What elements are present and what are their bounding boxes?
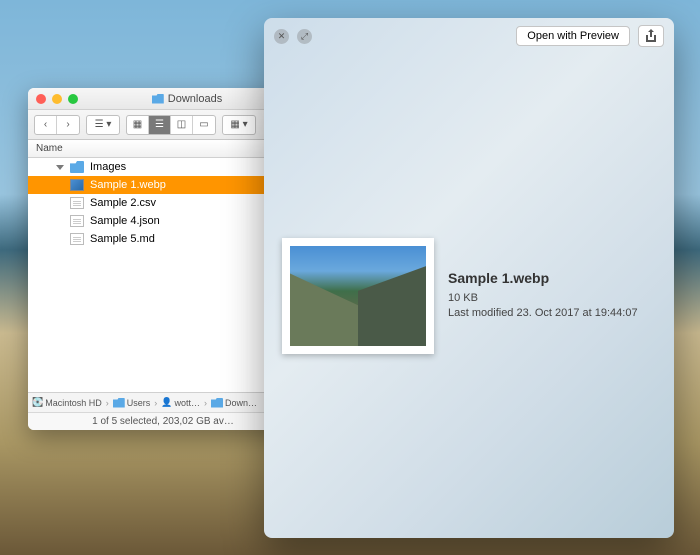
path-label: wott… [174,398,200,408]
share-button[interactable] [638,25,664,47]
column-header-name[interactable]: Name [28,140,298,158]
back-button[interactable]: ‹ [35,116,57,134]
file-row[interactable]: Sample 1.webp [28,176,298,194]
preview-image [290,246,426,346]
minimize-icon[interactable] [52,94,62,104]
column-view-button[interactable]: ◫ [171,116,193,134]
column-header-label: Name [36,143,63,154]
quicklook-window: ✕ ⤢ Open with Preview Sample 1.webp 10 K… [264,18,674,538]
preview-metadata: Sample 1.webp 10 KB Last modified 23. Oc… [448,270,656,322]
open-with-button[interactable]: Open with Preview [516,26,630,46]
file-name: Images [90,161,126,173]
folder-icon [70,161,84,173]
view-group: ▦ ☰ ◫ ▭ [126,115,216,135]
document-file-icon [70,233,84,245]
document-file-icon [70,215,84,227]
preview-size: 10 KB [448,292,656,304]
file-name: Sample 5.md [90,233,155,245]
status-bar: 1 of 5 selected, 203,02 GB av… [28,412,298,430]
window-title: Downloads [84,93,290,105]
path-label: Macintosh HD [45,398,102,408]
finder-titlebar[interactable]: Downloads [28,88,298,110]
image-file-icon [70,179,84,191]
path-segment[interactable]: Down… [211,398,257,408]
gallery-view-button[interactable]: ▭ [193,116,215,134]
file-row[interactable]: Sample 2.csv [28,194,298,212]
forward-button[interactable]: › [57,116,79,134]
folder-icon [152,94,164,104]
status-text: 1 of 5 selected, 203,02 GB av… [92,416,234,427]
fullscreen-button[interactable]: ⤢ [297,29,312,44]
disclosure-triangle-icon[interactable] [56,165,64,170]
file-name: Sample 4.json [90,215,160,227]
arrange-button[interactable]: ☰ ▾ [87,116,119,134]
folder-icon [211,398,223,408]
path-label: Down… [225,398,257,408]
window-title-text: Downloads [168,93,222,105]
icon-view-button[interactable]: ▦ [127,116,149,134]
path-segment[interactable]: Users [113,398,151,408]
folder-icon [113,398,125,408]
path-label: Users [127,398,151,408]
open-with-label: Open with Preview [527,30,619,42]
path-bar[interactable]: 💽 Macintosh HD › Users › 👤 wott… › Down… [28,392,298,412]
file-name: Sample 2.csv [90,197,156,209]
file-row[interactable]: Sample 5.md [28,230,298,248]
chevron-right-icon: › [154,398,157,408]
quicklook-body: Sample 1.webp 10 KB Last modified 23. Oc… [264,54,674,538]
path-segment[interactable]: 💽 Macintosh HD [32,397,102,408]
traffic-lights [36,94,78,104]
share-icon [645,29,657,43]
nav-group: ‹ › [34,115,80,135]
chevron-right-icon: › [106,398,109,408]
file-row[interactable]: Images [28,158,298,176]
sort-group: ☰ ▾ [86,115,120,135]
preview-modified: Last modified 23. Oct 2017 at 19:44:07 [448,307,656,319]
path-segment[interactable]: 👤 wott… [161,397,200,408]
finder-window: Downloads ‹ › ☰ ▾ ▦ ☰ ◫ ▭ ▦ ▾ Name Image… [28,88,298,430]
close-icon[interactable] [36,94,46,104]
file-list[interactable]: Images Sample 1.webp Sample 2.csv Sample… [28,158,298,392]
file-name: Sample 1.webp [90,179,166,191]
chevron-right-icon: › [204,398,207,408]
document-file-icon [70,197,84,209]
list-view-button[interactable]: ☰ [149,116,171,134]
finder-toolbar: ‹ › ☰ ▾ ▦ ☰ ◫ ▭ ▦ ▾ [28,110,298,140]
zoom-icon[interactable] [68,94,78,104]
quicklook-toolbar: ✕ ⤢ Open with Preview [264,18,674,54]
action-group: ▦ ▾ [222,115,256,135]
close-button[interactable]: ✕ [274,29,289,44]
preview-filename: Sample 1.webp [448,270,656,286]
action-button[interactable]: ▦ ▾ [223,116,255,134]
file-row[interactable]: Sample 4.json [28,212,298,230]
preview-thumbnail [282,238,434,354]
